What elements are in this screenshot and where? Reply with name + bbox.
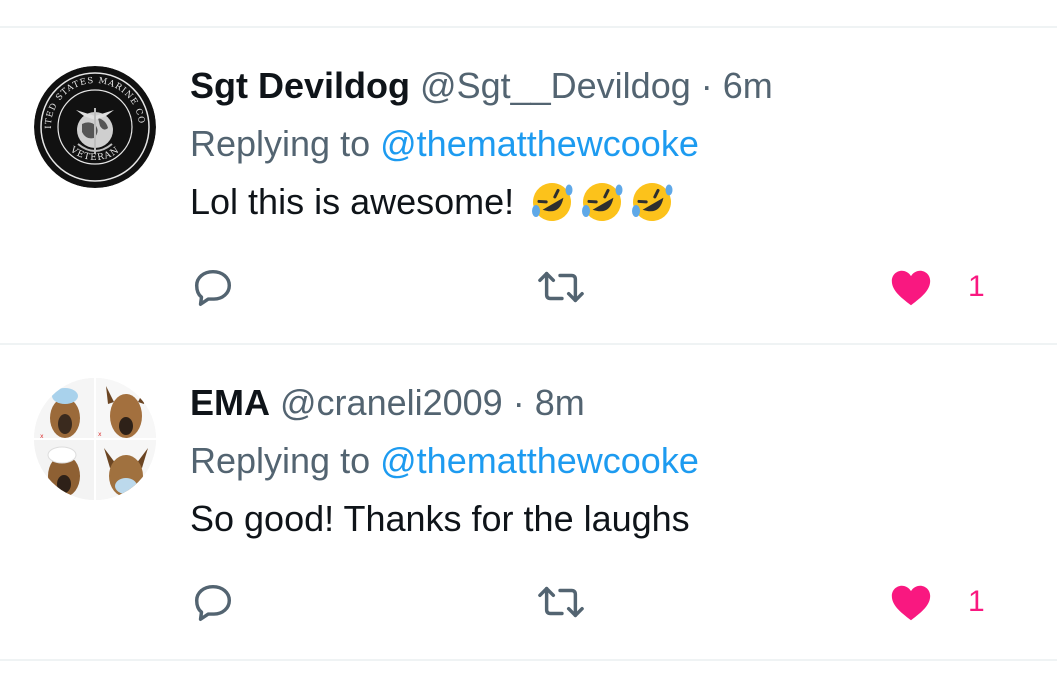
- avatar[interactable]: UNITED STATES MARINE CORPS VETERAN: [34, 66, 156, 188]
- avatar[interactable]: x x: [34, 378, 156, 500]
- svg-text:x: x: [98, 431, 102, 438]
- rolling-on-floor-laughing-emoji-icon: [582, 183, 623, 221]
- replying-to-line: Replying to @thematthewcooke: [190, 122, 1027, 166]
- tweet-header: Sgt Devildog @Sgt__Devildog · 6m: [190, 64, 1027, 108]
- user-handle[interactable]: @craneli2009: [280, 382, 503, 423]
- timestamp[interactable]: 8m: [535, 382, 585, 423]
- mention-link[interactable]: @thematthewcooke: [380, 440, 699, 481]
- rolling-on-floor-laughing-emoji-icon: [532, 183, 573, 221]
- tweet-text: So good! Thanks for the laughs: [190, 497, 1027, 541]
- replying-to-label: Replying to: [190, 123, 371, 164]
- like-count: 1: [968, 585, 985, 618]
- marine-corps-emblem-icon: UNITED STATES MARINE CORPS VETERAN: [34, 66, 156, 188]
- retweet-icon: [538, 586, 584, 618]
- like-button[interactable]: 1: [888, 264, 985, 310]
- retweet-button[interactable]: [536, 264, 586, 310]
- like-button[interactable]: 1: [888, 579, 985, 625]
- display-name[interactable]: Sgt Devildog: [190, 65, 410, 106]
- emoji-group: [528, 180, 678, 224]
- tweet-content: Sgt Devildog @Sgt__Devildog · 6m Replyin…: [190, 64, 1027, 224]
- like-count: 1: [968, 270, 985, 303]
- tweet-2[interactable]: x x EMA @craneli2009 · 8m Replying to @t…: [0, 345, 1057, 661]
- mention-link[interactable]: @thematthewcooke: [380, 123, 699, 164]
- replying-to-label: Replying to: [190, 440, 371, 481]
- tweet-content: EMA @craneli2009 · 8m Replying to @thema…: [190, 381, 1027, 541]
- separator: ·: [512, 382, 525, 423]
- retweet-icon: [538, 271, 584, 303]
- reply-icon: [194, 269, 232, 306]
- tweet-text: Lol this is awesome!: [190, 180, 1027, 224]
- reply-button[interactable]: [190, 579, 236, 625]
- dog-photo-grid-icon: x x: [34, 378, 156, 500]
- separator: ·: [700, 65, 713, 106]
- tweet-1[interactable]: UNITED STATES MARINE CORPS VETERAN Sgt D…: [0, 28, 1057, 344]
- replying-to-line: Replying to @thematthewcooke: [190, 439, 1027, 483]
- heart-icon: [891, 585, 931, 621]
- tweet-actions: 1: [190, 579, 990, 629]
- bottom-divider: [0, 659, 1057, 661]
- tweet-header: EMA @craneli2009 · 8m: [190, 381, 1027, 425]
- tweet-text-content: Lol this is awesome!: [190, 181, 515, 222]
- rolling-on-floor-laughing-emoji-icon: [632, 183, 673, 221]
- retweet-button[interactable]: [536, 579, 586, 625]
- user-handle[interactable]: @Sgt__Devildog: [420, 65, 691, 106]
- heart-icon: [891, 270, 931, 306]
- tweet-actions: 1: [190, 264, 990, 314]
- timestamp[interactable]: 6m: [723, 65, 773, 106]
- display-name[interactable]: EMA: [190, 382, 270, 423]
- reply-icon: [194, 584, 232, 621]
- tweet-text-content: So good! Thanks for the laughs: [190, 498, 690, 539]
- reply-button[interactable]: [190, 264, 236, 310]
